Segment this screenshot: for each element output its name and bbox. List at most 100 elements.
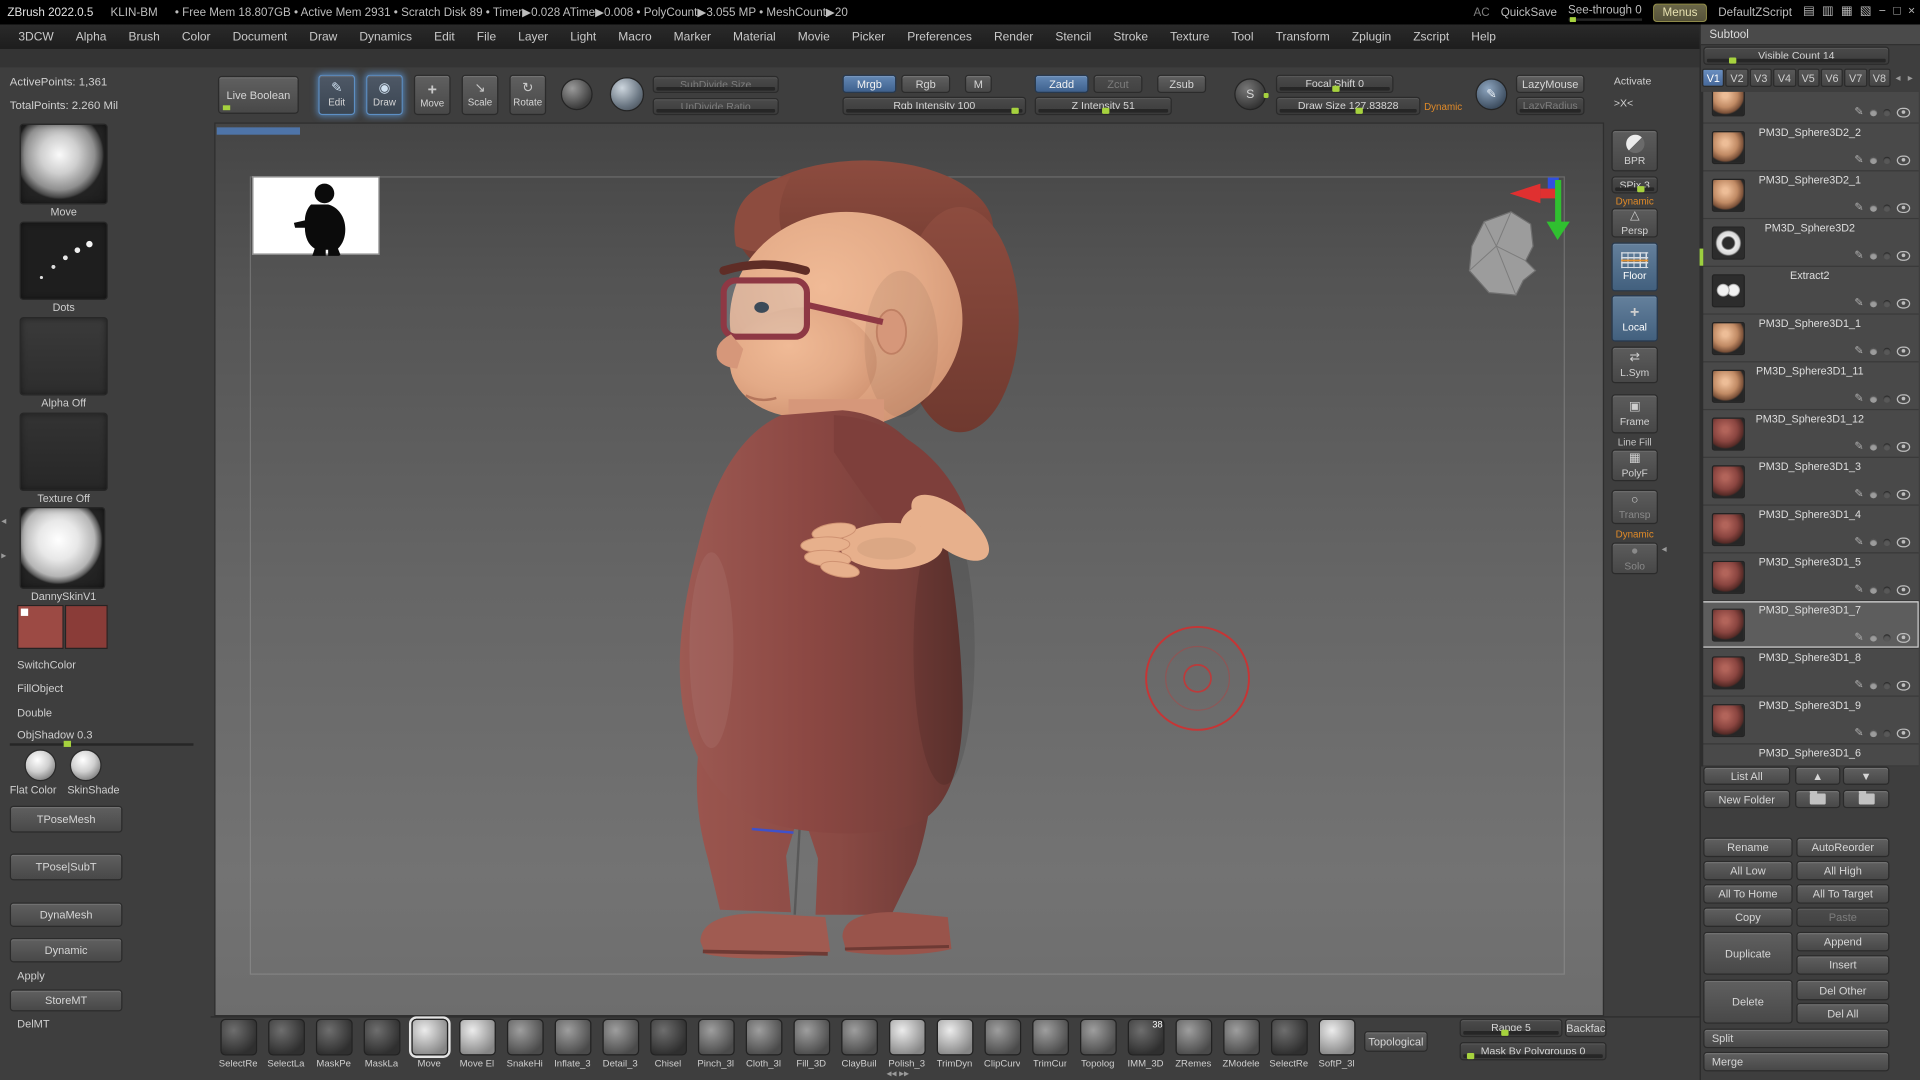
draw-size-knob[interactable] (1355, 107, 1363, 114)
secondary-color-swatch[interactable] (64, 604, 108, 649)
draw-mode-button[interactable]: ◉ Draw (366, 74, 403, 116)
brush-thumbnail[interactable] (649, 1018, 687, 1056)
brush-thumbnail[interactable] (219, 1018, 257, 1056)
mrgb-button[interactable]: Mrgb (842, 74, 897, 94)
record-dot-icon[interactable] (1869, 633, 1878, 642)
visibility-eye-icon[interactable] (1896, 107, 1911, 117)
menu-item[interactable]: Transform (1265, 30, 1341, 43)
m-button[interactable]: M (964, 74, 992, 94)
polypaint-icon[interactable]: ✎ (1854, 440, 1863, 452)
subtool-up-button[interactable]: ▲ (1795, 766, 1841, 785)
left-tray-expand-icon[interactable]: ▸ (1, 550, 6, 561)
menu-item[interactable]: Document (222, 30, 299, 43)
lazymouse-icon[interactable]: ✎ (1475, 78, 1508, 111)
brush-slot[interactable]: Inflate_3 (549, 1018, 597, 1069)
visibility-eye-icon[interactable] (1896, 154, 1911, 165)
menus-button[interactable]: Menus (1652, 3, 1708, 22)
menu-item[interactable]: Render (983, 30, 1044, 43)
brush-thumbnail[interactable] (1318, 1018, 1355, 1056)
list-all-button[interactable]: List All (1703, 766, 1791, 785)
bottom-tray-handle-icon[interactable]: ◂◂ ▸▸ (887, 1068, 909, 1079)
record-dot-off-icon[interactable] (1883, 299, 1891, 307)
menu-item[interactable]: Alpha (65, 30, 118, 43)
subtool-item[interactable]: PM3D_Sphere3D2_2 ✎ (1700, 123, 1919, 172)
visible-count-slider[interactable]: Visible Count 14 (1703, 46, 1890, 65)
record-dot-off-icon[interactable] (1883, 347, 1891, 355)
tab-prev-icon[interactable]: ◂ (1896, 73, 1901, 83)
move-to-folder-button[interactable] (1795, 789, 1841, 809)
dynamic-draw-size-toggle[interactable]: Dynamic (1424, 102, 1462, 113)
polypaint-icon[interactable]: ✎ (1854, 727, 1863, 738)
record-dot-icon[interactable] (1869, 347, 1878, 355)
menu-item[interactable]: File (466, 30, 507, 43)
move-out-folder-button[interactable] (1842, 789, 1890, 809)
subtool-thumbnail[interactable] (1711, 91, 1745, 117)
append-button[interactable]: Append (1796, 931, 1890, 952)
visibility-eye-icon[interactable] (1896, 393, 1911, 404)
record-dot-icon[interactable] (1869, 108, 1878, 116)
polypaint-icon[interactable]: ✎ (1854, 679, 1863, 691)
menu-item[interactable]: Movie (787, 30, 841, 43)
del-mt-button[interactable]: DelMT (17, 1018, 49, 1030)
del-all-button[interactable]: Del All (1796, 1002, 1890, 1024)
subtool-thumbnail[interactable] (1711, 417, 1745, 451)
record-dot-off-icon[interactable] (1883, 585, 1891, 594)
polyf-button[interactable]: ▦ PolyF (1611, 449, 1658, 482)
double-button[interactable]: Double (17, 707, 52, 719)
polypaint-icon[interactable]: ✎ (1854, 392, 1863, 404)
menu-item[interactable]: Preferences (896, 30, 983, 43)
brush-thumbnail[interactable] (1031, 1018, 1069, 1056)
record-dot-off-icon[interactable] (1883, 729, 1891, 737)
brush-thumbnail[interactable] (315, 1018, 353, 1056)
menu-item[interactable]: Light (559, 30, 607, 43)
record-dot-icon[interactable] (1869, 299, 1878, 307)
visibility-eye-icon[interactable] (1896, 727, 1911, 738)
subtool-thumbnail[interactable] (1711, 704, 1745, 738)
rotate-mode-button[interactable]: ↻ Rotate (509, 74, 547, 116)
brush-thumbnail[interactable] (458, 1018, 496, 1056)
transp-button[interactable]: ○ Transp (1611, 489, 1658, 525)
window-control-icon[interactable]: ▧ (1860, 6, 1872, 18)
subtool-thumbnail[interactable] (1711, 322, 1745, 356)
frame-button[interactable]: ▣ Frame (1611, 394, 1658, 434)
insert-button[interactable]: Insert (1796, 955, 1890, 975)
record-dot-off-icon[interactable] (1883, 681, 1891, 689)
menu-item[interactable]: Color (171, 30, 222, 43)
brush-thumbnail[interactable] (1270, 1018, 1308, 1056)
scale-mode-button[interactable]: ↘ Scale (461, 74, 499, 116)
subtool-item[interactable]: PM3D_Sphere3D1_12 ✎ (1700, 410, 1919, 458)
subdivide-size-slider[interactable]: SubDivide Size (652, 75, 779, 94)
lazymouse-button[interactable]: LazyMouse (1515, 74, 1585, 94)
texture-thumbnail[interactable] (19, 412, 108, 492)
document-thumbnail[interactable] (252, 176, 380, 258)
brush-thumbnail[interactable] (1079, 1018, 1117, 1056)
right-tray-collapse-icon[interactable]: ◂ (1662, 544, 1667, 555)
record-dot-off-icon[interactable] (1883, 394, 1891, 403)
move-mode-button[interactable]: + Move (413, 74, 451, 116)
record-dot-icon[interactable] (1869, 490, 1878, 498)
menu-item[interactable]: Picker (841, 30, 896, 43)
subtool-version-tab[interactable]: V5 (1796, 68, 1820, 87)
polypaint-icon[interactable]: ✎ (1854, 106, 1863, 118)
menu-item[interactable]: Material (722, 30, 787, 43)
default-zscript-button[interactable]: DefaultZScript (1718, 6, 1792, 19)
backface-button[interactable]: Backfac (1564, 1018, 1607, 1038)
polypaint-icon[interactable]: ✎ (1854, 583, 1863, 595)
subtool-version-tab[interactable]: V7 (1844, 68, 1867, 87)
flat-color-material-button[interactable] (24, 749, 57, 782)
menu-item[interactable]: Help (1460, 30, 1507, 43)
menu-item[interactable]: Tool (1220, 30, 1264, 43)
subtool-item[interactable]: Extract2 ✎ (1700, 266, 1919, 315)
visibility-eye-icon[interactable] (1896, 298, 1911, 308)
polypaint-icon[interactable]: ✎ (1854, 249, 1863, 261)
subtool-thumbnail[interactable] (1711, 369, 1745, 403)
window-control-icon[interactable]: □ (1893, 6, 1900, 18)
duplicate-button[interactable]: Duplicate (1703, 931, 1793, 975)
subtool-version-tab[interactable]: V4 (1773, 68, 1796, 87)
brush-thumbnail[interactable] (983, 1018, 1021, 1056)
subtool-item[interactable]: PM3D_Sphere3D1_6 ✎ (1700, 744, 1919, 767)
record-dot-icon[interactable] (1869, 203, 1878, 212)
z-intensity-slider[interactable]: Z Intensity 51 (1034, 96, 1172, 116)
lsym-button[interactable]: ⇄ L.Sym (1611, 346, 1658, 384)
window-control-icon[interactable]: − (1879, 6, 1886, 18)
